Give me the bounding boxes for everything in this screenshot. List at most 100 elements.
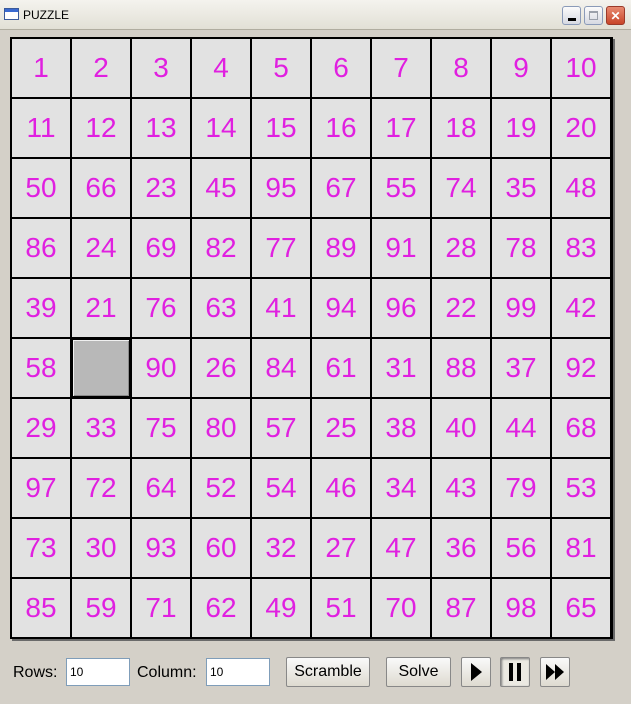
puzzle-tile[interactable]: 58 <box>11 338 71 398</box>
puzzle-tile[interactable]: 75 <box>131 398 191 458</box>
puzzle-tile[interactable]: 82 <box>191 218 251 278</box>
puzzle-tile[interactable]: 28 <box>431 218 491 278</box>
maximize-button[interactable] <box>584 6 603 25</box>
puzzle-tile[interactable]: 93 <box>131 518 191 578</box>
puzzle-tile[interactable]: 65 <box>551 578 611 638</box>
rows-input[interactable] <box>66 658 130 686</box>
puzzle-tile[interactable]: 91 <box>371 218 431 278</box>
puzzle-tile[interactable]: 72 <box>71 458 131 518</box>
puzzle-tile[interactable]: 39 <box>11 278 71 338</box>
puzzle-tile[interactable]: 67 <box>311 158 371 218</box>
puzzle-tile[interactable]: 33 <box>71 398 131 458</box>
puzzle-tile[interactable]: 83 <box>551 218 611 278</box>
puzzle-tile[interactable]: 66 <box>71 158 131 218</box>
puzzle-tile[interactable]: 2 <box>71 38 131 98</box>
puzzle-tile[interactable]: 43 <box>431 458 491 518</box>
puzzle-tile[interactable]: 85 <box>11 578 71 638</box>
puzzle-tile[interactable]: 7 <box>371 38 431 98</box>
puzzle-tile[interactable]: 62 <box>191 578 251 638</box>
puzzle-tile[interactable]: 27 <box>311 518 371 578</box>
puzzle-tile[interactable]: 86 <box>11 218 71 278</box>
pause-button[interactable] <box>500 657 530 687</box>
puzzle-tile[interactable]: 60 <box>191 518 251 578</box>
puzzle-tile[interactable]: 23 <box>131 158 191 218</box>
puzzle-tile[interactable]: 19 <box>491 98 551 158</box>
puzzle-tile[interactable]: 61 <box>311 338 371 398</box>
puzzle-tile[interactable]: 63 <box>191 278 251 338</box>
puzzle-tile[interactable]: 10 <box>551 38 611 98</box>
puzzle-tile[interactable]: 77 <box>251 218 311 278</box>
puzzle-tile[interactable]: 80 <box>191 398 251 458</box>
puzzle-tile[interactable]: 6 <box>311 38 371 98</box>
puzzle-tile[interactable]: 36 <box>431 518 491 578</box>
play-button[interactable] <box>461 657 491 687</box>
puzzle-tile[interactable]: 32 <box>251 518 311 578</box>
puzzle-tile[interactable]: 13 <box>131 98 191 158</box>
puzzle-tile[interactable]: 95 <box>251 158 311 218</box>
puzzle-tile[interactable]: 41 <box>251 278 311 338</box>
fast-forward-button[interactable] <box>540 657 570 687</box>
puzzle-tile[interactable]: 48 <box>551 158 611 218</box>
puzzle-tile[interactable]: 51 <box>311 578 371 638</box>
puzzle-tile[interactable]: 74 <box>431 158 491 218</box>
puzzle-tile[interactable]: 52 <box>191 458 251 518</box>
puzzle-tile[interactable]: 76 <box>131 278 191 338</box>
puzzle-tile[interactable]: 55 <box>371 158 431 218</box>
puzzle-tile[interactable]: 98 <box>491 578 551 638</box>
puzzle-tile[interactable]: 24 <box>71 218 131 278</box>
puzzle-tile[interactable]: 35 <box>491 158 551 218</box>
puzzle-tile[interactable]: 40 <box>431 398 491 458</box>
column-input[interactable] <box>206 658 270 686</box>
puzzle-tile[interactable]: 42 <box>551 278 611 338</box>
puzzle-tile[interactable]: 79 <box>491 458 551 518</box>
puzzle-tile[interactable]: 99 <box>491 278 551 338</box>
puzzle-tile[interactable]: 45 <box>191 158 251 218</box>
puzzle-tile[interactable]: 26 <box>191 338 251 398</box>
puzzle-tile[interactable]: 12 <box>71 98 131 158</box>
puzzle-tile[interactable]: 57 <box>251 398 311 458</box>
puzzle-tile[interactable]: 37 <box>491 338 551 398</box>
puzzle-tile[interactable]: 56 <box>491 518 551 578</box>
puzzle-tile[interactable]: 17 <box>371 98 431 158</box>
puzzle-tile[interactable]: 21 <box>71 278 131 338</box>
scramble-button[interactable]: Scramble <box>286 657 370 687</box>
puzzle-tile[interactable]: 59 <box>71 578 131 638</box>
puzzle-tile[interactable]: 5 <box>251 38 311 98</box>
puzzle-tile[interactable]: 53 <box>551 458 611 518</box>
puzzle-tile[interactable]: 15 <box>251 98 311 158</box>
puzzle-tile[interactable]: 38 <box>371 398 431 458</box>
puzzle-tile[interactable]: 96 <box>371 278 431 338</box>
puzzle-tile[interactable]: 31 <box>371 338 431 398</box>
puzzle-tile[interactable]: 47 <box>371 518 431 578</box>
puzzle-tile[interactable]: 64 <box>131 458 191 518</box>
puzzle-tile[interactable]: 97 <box>11 458 71 518</box>
puzzle-tile[interactable]: 90 <box>131 338 191 398</box>
puzzle-tile[interactable]: 44 <box>491 398 551 458</box>
puzzle-tile[interactable]: 22 <box>431 278 491 338</box>
puzzle-tile[interactable]: 68 <box>551 398 611 458</box>
puzzle-tile[interactable]: 25 <box>311 398 371 458</box>
puzzle-tile[interactable]: 84 <box>251 338 311 398</box>
puzzle-tile[interactable]: 4 <box>191 38 251 98</box>
puzzle-tile[interactable]: 88 <box>431 338 491 398</box>
solve-button[interactable]: Solve <box>386 657 451 687</box>
puzzle-tile[interactable]: 73 <box>11 518 71 578</box>
puzzle-tile[interactable]: 94 <box>311 278 371 338</box>
puzzle-tile[interactable]: 50 <box>11 158 71 218</box>
puzzle-tile[interactable]: 78 <box>491 218 551 278</box>
puzzle-tile[interactable]: 46 <box>311 458 371 518</box>
puzzle-tile[interactable]: 18 <box>431 98 491 158</box>
puzzle-tile[interactable]: 69 <box>131 218 191 278</box>
puzzle-tile[interactable]: 11 <box>11 98 71 158</box>
puzzle-tile[interactable]: 87 <box>431 578 491 638</box>
puzzle-tile[interactable]: 89 <box>311 218 371 278</box>
puzzle-tile[interactable]: 29 <box>11 398 71 458</box>
puzzle-tile[interactable]: 14 <box>191 98 251 158</box>
puzzle-tile[interactable]: 71 <box>131 578 191 638</box>
puzzle-tile[interactable]: 54 <box>251 458 311 518</box>
puzzle-tile[interactable]: 92 <box>551 338 611 398</box>
puzzle-tile[interactable]: 81 <box>551 518 611 578</box>
puzzle-tile[interactable]: 16 <box>311 98 371 158</box>
puzzle-tile[interactable]: 8 <box>431 38 491 98</box>
puzzle-tile[interactable]: 9 <box>491 38 551 98</box>
